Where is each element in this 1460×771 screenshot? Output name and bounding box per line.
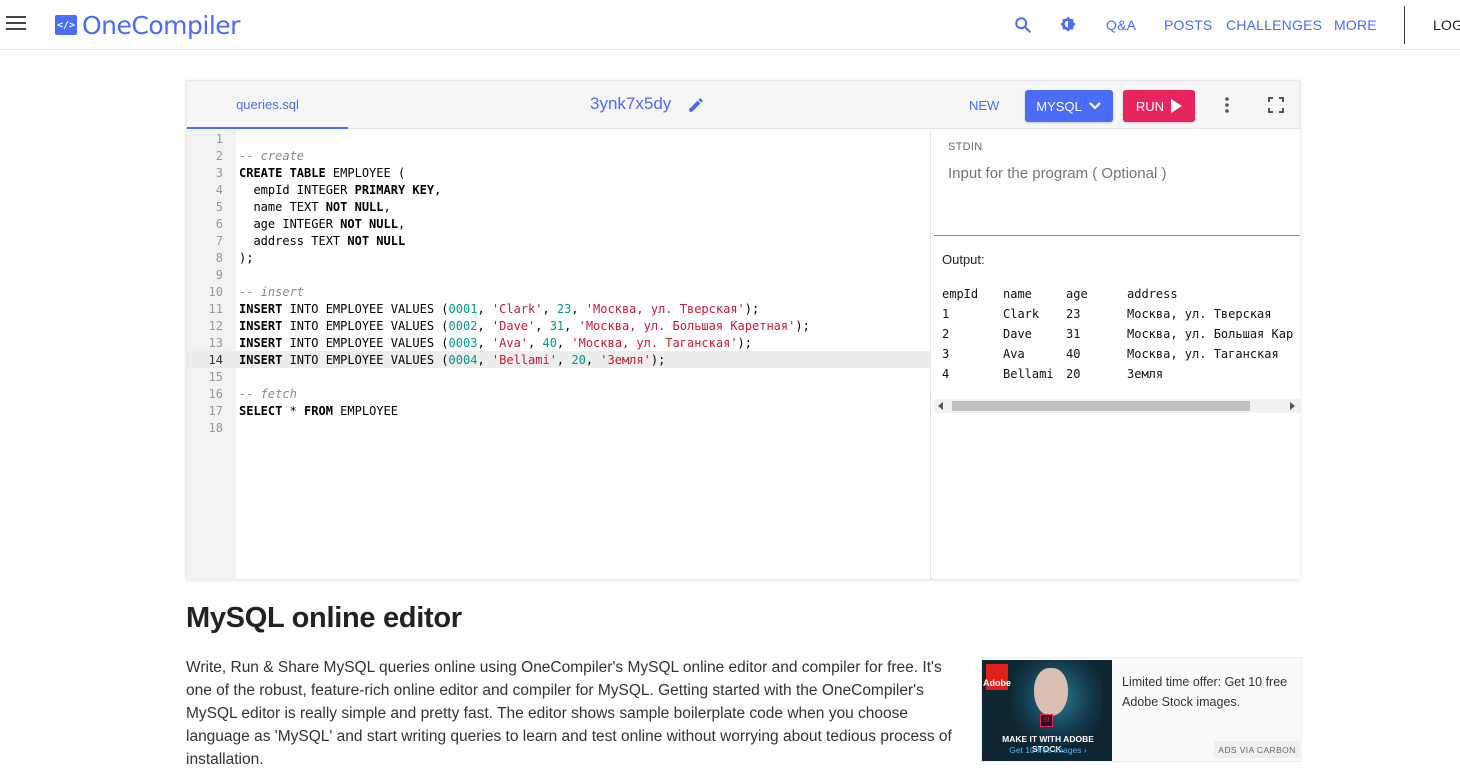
- editor-toolbar: queries.sql 3ynk7x5dy NEW MYSQL RUN: [187, 81, 1299, 129]
- stock-logo: St: [1040, 714, 1053, 727]
- code-line-4: empId INTEGER PRIMARY KEY,: [239, 183, 442, 197]
- code-line-8: );: [239, 251, 254, 265]
- code-line-14: INSERT INTO EMPLOYEE VALUES (0004, 'Bell…: [239, 353, 666, 367]
- line-number: 4: [215, 183, 223, 197]
- output-cell: 3: [942, 347, 950, 361]
- line-number: 18: [208, 421, 223, 435]
- output-cell: 20: [1066, 367, 1081, 381]
- top-navbar: </> OneCompiler Q&A POSTS CHALLENGES MOR…: [0, 0, 1460, 50]
- output-cell: Москва, ул. Большая Кар: [1127, 327, 1294, 341]
- code-line-10: -- insert: [239, 285, 305, 299]
- nav-link-qa[interactable]: Q&A: [1106, 17, 1136, 33]
- line-number: 13: [208, 336, 223, 350]
- stdin-input[interactable]: [948, 165, 1288, 182]
- line-number: 17: [208, 404, 223, 418]
- code-editor[interactable]: 1 2 3 4 5 6 7 8 9 10 11 12 13 14 15 16 17 18 -- create CR…: [187, 130, 931, 579]
- edit-pencil-icon[interactable]: [687, 96, 705, 114]
- line-number: 6: [215, 217, 223, 231]
- ad-image-portrait: [1034, 668, 1068, 716]
- line-number: 2: [215, 149, 223, 163]
- line-number: 12: [208, 319, 223, 333]
- play-icon: [1171, 99, 1183, 113]
- editor-card: queries.sql 3ynk7x5dy NEW MYSQL RUN 1234…: [186, 80, 1300, 579]
- code-line-11: INSERT INTO EMPLOYEE VALUES (0001, 'Clar…: [239, 302, 760, 316]
- nav-link-login[interactable]: LOG: [1433, 17, 1460, 33]
- code-line-7: address TEXT NOT NULL: [239, 234, 406, 248]
- menu-icon[interactable]: [6, 16, 26, 32]
- output-cell: Bellami: [1003, 367, 1054, 381]
- output-title: Output:: [942, 252, 985, 267]
- scrollbar-thumb[interactable]: [952, 401, 1250, 411]
- output-cell: 40: [1066, 347, 1081, 361]
- logo-text: OneCompiler: [82, 10, 240, 40]
- output-cell: Москва, ул. Тверская: [1127, 307, 1272, 321]
- code-line-16: -- fetch: [239, 387, 297, 401]
- output-cell: Dave: [1003, 327, 1032, 341]
- language-label: MYSQL: [1036, 98, 1082, 114]
- code-line-3: CREATE TABLE EMPLOYEE (: [239, 166, 406, 180]
- output-cell: 4: [942, 367, 950, 381]
- intro-paragraph: Write, Run & Share MySQL queries online …: [186, 659, 952, 768]
- scroll-right-arrow-icon[interactable]: [1290, 402, 1295, 410]
- stdin-label: STDIN: [948, 141, 983, 153]
- line-number: 1: [215, 132, 223, 146]
- code-line-17: SELECT * FROM EMPLOYEE: [239, 404, 398, 418]
- code-line-5: name TEXT NOT NULL,: [239, 200, 391, 214]
- ad-via-carbon[interactable]: ADS VIA CARBON: [1214, 741, 1300, 758]
- line-number: 5: [215, 200, 223, 214]
- fullscreen-icon[interactable]: [1268, 97, 1284, 113]
- run-label: RUN: [1135, 98, 1165, 114]
- theme-toggle-icon[interactable]: [1058, 15, 1078, 35]
- line-number: 16: [208, 387, 223, 401]
- output-cell: Ava: [1003, 347, 1025, 361]
- output-cell: Земля: [1127, 367, 1164, 381]
- stdin-panel: STDIN: [934, 130, 1300, 236]
- output-cell: 1: [942, 307, 950, 321]
- page-title: MySQL online editor: [186, 602, 462, 634]
- adobe-logo: Adobe: [983, 664, 1011, 690]
- output-cell: 23: [1066, 307, 1081, 321]
- nav-divider: [1404, 6, 1405, 44]
- line-number: 8: [215, 251, 223, 265]
- run-button[interactable]: RUN: [1123, 90, 1195, 122]
- nav-link-challenges[interactable]: CHALLENGES: [1226, 17, 1322, 33]
- line-number: 14: [208, 353, 223, 367]
- line-number: 15: [208, 370, 223, 384]
- line-number: 10: [208, 285, 223, 299]
- ad-text[interactable]: Limited time offer: Get 10 free Adobe St…: [1122, 672, 1292, 712]
- carbon-ad: Adobe St MAKE IT WITH ADOBE STOCK. Get 1…: [981, 657, 1302, 762]
- output-cell: Clark: [1003, 307, 1040, 321]
- output-header-cell: address: [1127, 287, 1178, 301]
- chevron-down-icon: [1088, 102, 1101, 110]
- output-cell: 2: [942, 327, 950, 341]
- line-number: 3: [215, 166, 223, 180]
- line-number: 7: [215, 234, 223, 248]
- output-panel: Output: empId name age address 1 Clark 2…: [934, 237, 1300, 579]
- code-line-2: -- create: [239, 149, 305, 163]
- tab-queries-sql[interactable]: queries.sql: [187, 81, 348, 129]
- output-cell: 31: [1066, 327, 1081, 341]
- code-line-6: age INTEGER NOT NULL,: [239, 217, 406, 231]
- ad-image[interactable]: Adobe St MAKE IT WITH ADOBE STOCK. Get 1…: [982, 660, 1112, 761]
- logo-mark: </>: [55, 15, 77, 35]
- logo[interactable]: </> OneCompiler: [55, 10, 240, 40]
- output-header-cell: name: [1003, 287, 1032, 301]
- language-select-button[interactable]: MYSQL: [1025, 90, 1113, 122]
- scroll-left-arrow-icon[interactable]: [938, 402, 943, 410]
- more-vert-icon[interactable]: [1223, 96, 1231, 114]
- code-line-13: INSERT INTO EMPLOYEE VALUES (0003, 'Ava'…: [239, 336, 752, 350]
- new-button[interactable]: NEW: [969, 98, 999, 113]
- line-number: 9: [215, 268, 223, 282]
- code-line-12: INSERT INTO EMPLOYEE VALUES (0002, 'Dave…: [239, 319, 810, 333]
- output-header-cell: age: [1066, 287, 1088, 301]
- output-cell: Москва, ул. Таганская: [1127, 347, 1279, 361]
- ad-subline: Get 10 free images ›: [1009, 745, 1087, 755]
- code-id: 3ynk7x5dy: [590, 94, 672, 113]
- output-header-cell: empId: [942, 287, 979, 301]
- nav-link-posts[interactable]: POSTS: [1164, 17, 1212, 33]
- search-icon[interactable]: [1014, 16, 1032, 34]
- nav-link-more[interactable]: MORE: [1334, 17, 1377, 33]
- output-horizontal-scrollbar[interactable]: [934, 399, 1300, 413]
- line-number: 11: [208, 302, 223, 316]
